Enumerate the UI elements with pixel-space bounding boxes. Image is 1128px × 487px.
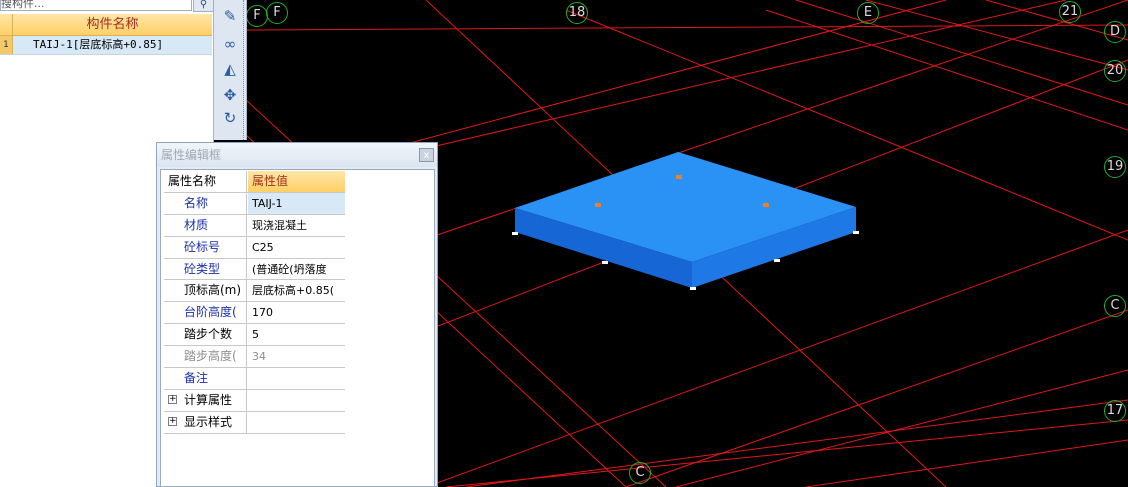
component-name[interactable]: TAIJ-1[层底标高+0.85] xyxy=(33,36,163,54)
property-editor-dialog: 属性编辑框 x 属性名称 属性值 名称 TAIJ-1 材质 现浇混凝土 砼标号 … xyxy=(156,142,438,487)
property-name: 踏步个数 xyxy=(164,324,247,346)
property-group-value xyxy=(248,390,345,411)
foundation-slab[interactable] xyxy=(512,152,859,290)
property-value-field[interactable]: TAIJ-1 xyxy=(248,192,345,214)
axis-label-bubble: F xyxy=(266,2,288,24)
property-name: 材质 xyxy=(164,214,247,236)
axis-label-bubble: 17 xyxy=(1104,400,1126,422)
property-value-field[interactable] xyxy=(248,368,345,389)
brush-icon[interactable]: ✎ xyxy=(220,6,240,26)
component-name-column-header[interactable]: 构件名称 xyxy=(13,14,212,35)
property-row: 踏步高度( 34 xyxy=(164,346,345,369)
dialog-titlebar[interactable]: 属性编辑框 x xyxy=(157,143,437,167)
axis-label-bubble: D xyxy=(1104,21,1126,43)
property-value-field[interactable]: (普通砼(坍落度 xyxy=(248,259,345,280)
axis-label-bubble: 18 xyxy=(566,2,588,24)
axis-label-bubble: 20 xyxy=(1104,60,1126,82)
property-value-field[interactable]: 5 xyxy=(248,324,345,345)
property-row[interactable]: 备注 xyxy=(164,368,345,390)
property-group-name[interactable]: + 显示样式 xyxy=(164,411,247,433)
axis-label-bubble: F xyxy=(246,5,268,27)
expand-icon[interactable]: + xyxy=(168,416,177,426)
link-icon[interactable]: ∞ xyxy=(220,34,240,54)
property-name: 台阶高度( xyxy=(164,302,247,324)
component-search-input[interactable]: 搜构件... xyxy=(0,0,192,11)
row-number-header xyxy=(0,14,13,35)
expand-icon[interactable]: + xyxy=(168,394,177,404)
move-icon[interactable]: ✥ xyxy=(220,85,240,105)
property-group-label: 计算属性 xyxy=(184,392,233,407)
dialog-title: 属性编辑框 xyxy=(161,148,222,162)
component-list-header: 构件名称 xyxy=(0,14,212,36)
property-value-field[interactable]: 170 xyxy=(248,302,345,323)
property-value-field[interactable]: 层底标高+0.85( xyxy=(248,280,345,301)
property-name: 名称 xyxy=(164,192,247,214)
property-group-label: 显示样式 xyxy=(184,414,233,429)
property-name-column-header: 属性名称 xyxy=(164,171,247,192)
slab-corner-marker xyxy=(853,231,859,234)
axis-label-bubble: 19 xyxy=(1104,156,1126,178)
property-row[interactable]: 砼类型 (普通砼(坍落度 xyxy=(164,258,345,281)
axis-label-bubble: C xyxy=(629,462,651,484)
mirror-icon[interactable]: ◭ xyxy=(220,59,240,79)
property-name: 砼类型 xyxy=(164,258,247,280)
property-group-row[interactable]: + 计算属性 xyxy=(164,389,345,412)
property-row[interactable]: 材质 现浇混凝土 xyxy=(164,214,345,237)
slab-corner-marker xyxy=(512,232,518,235)
property-row[interactable]: 砼标号 C25 xyxy=(164,236,345,259)
property-name: 顶标高(m) xyxy=(164,280,247,302)
property-row[interactable]: 顶标高(m) 层底标高+0.85( xyxy=(164,280,345,303)
property-row[interactable]: 踏步个数 5 xyxy=(164,324,345,347)
slab-point-marker[interactable] xyxy=(763,203,769,207)
slab-corner-marker xyxy=(774,259,780,262)
modify-toolbar: ✎ ∞ ◭ ✥ ↻ xyxy=(214,0,247,140)
slab-corner-marker xyxy=(602,261,608,264)
property-group-row[interactable]: + 显示样式 xyxy=(164,411,345,434)
slab-point-marker[interactable] xyxy=(676,175,682,179)
property-group-name[interactable]: + 计算属性 xyxy=(164,389,247,411)
property-value-column-header: 属性值 xyxy=(248,171,345,192)
slab-point-marker[interactable] xyxy=(595,203,601,207)
axis-label-bubble: 21 xyxy=(1059,1,1081,23)
property-value-field: 34 xyxy=(252,350,266,364)
property-value-field[interactable]: C25 xyxy=(248,237,345,258)
component-list-row[interactable]: 1 TAIJ-1[层底标高+0.85] xyxy=(0,36,212,55)
axis-label-bubble: E xyxy=(857,2,879,24)
row-number: 1 xyxy=(0,36,13,54)
property-table-header: 属性名称 属性值 xyxy=(164,171,345,193)
property-name: 踏步高度( xyxy=(164,346,247,368)
property-table: 属性名称 属性值 名称 TAIJ-1 材质 现浇混凝土 砼标号 C25 砼类型 … xyxy=(164,171,345,434)
close-icon[interactable]: x xyxy=(419,148,434,162)
property-row[interactable]: 名称 TAIJ-1 xyxy=(164,192,345,215)
slab-corner-marker xyxy=(690,287,696,290)
property-group-value xyxy=(248,412,345,433)
rotate-icon[interactable]: ↻ xyxy=(220,108,240,128)
property-value-field[interactable]: 现浇混凝土 xyxy=(248,215,345,236)
property-grid: 属性名称 属性值 名称 TAIJ-1 材质 现浇混凝土 砼标号 C25 砼类型 … xyxy=(160,169,435,487)
axis-label-bubble: C xyxy=(1104,295,1126,317)
toolbar-grip[interactable] xyxy=(243,0,246,140)
property-name: 砼标号 xyxy=(164,236,247,258)
search-icon[interactable]: ⚲ xyxy=(193,0,214,12)
property-row[interactable]: 台阶高度( 170 xyxy=(164,302,345,325)
property-name: 备注 xyxy=(164,368,247,389)
